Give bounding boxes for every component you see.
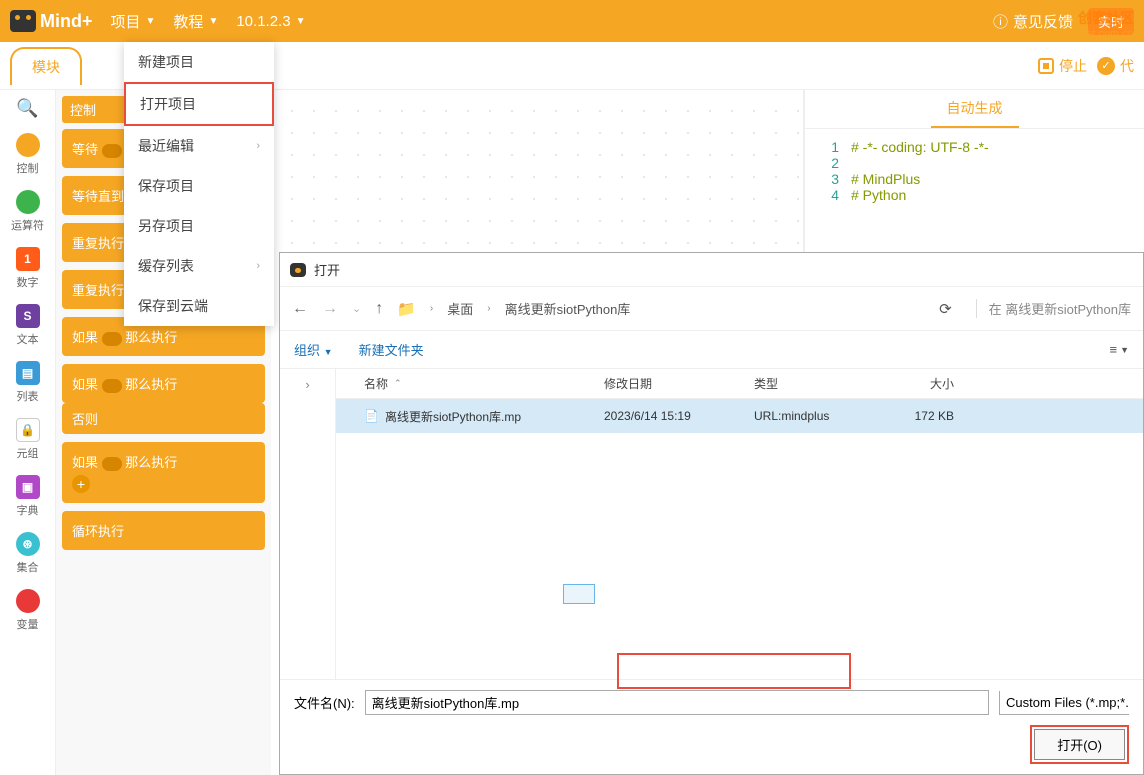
menu-project[interactable]: 项目▼ — [111, 11, 156, 32]
filename-label: 文件名(N): — [294, 693, 355, 712]
dialog-footer: 文件名(N): Custom Files (*.mp;*.s 打开(O) — [280, 679, 1143, 774]
crumb-desktop[interactable]: 桌面 — [447, 299, 473, 318]
dialog-titlebar: 打开 — [280, 253, 1143, 287]
file-row[interactable]: 📄离线更新siotPython库.mp 2023/6/14 15:19 URL:… — [336, 399, 1143, 433]
menu-open-project[interactable]: 打开项目 — [124, 82, 274, 126]
circle-icon — [16, 133, 40, 157]
chevron-right-icon: › — [256, 140, 260, 152]
refresh-button[interactable]: ⟳ — [939, 300, 952, 318]
cat-list[interactable]: ▤列表 — [16, 361, 40, 404]
cat-set[interactable]: ⊛集合 — [16, 532, 40, 575]
menu-save-project[interactable]: 保存项目 — [124, 166, 274, 206]
list-icon: ▤ — [16, 361, 40, 385]
category-bar: 🔍 控制 运算符 1数字 S文本 ▤列表 🔒元组 ▣字典 ⊛集合 变量 — [0, 90, 56, 775]
search-button[interactable]: 🔍 — [16, 98, 38, 119]
back-button[interactable]: ← — [292, 300, 308, 318]
menu-save-cloud[interactable]: 保存到云端 — [124, 286, 274, 326]
chevron-down-icon: ▼ — [208, 16, 218, 27]
square-icon: S — [16, 304, 40, 328]
highlight-annotation: 打开(O) — [1030, 725, 1129, 764]
stop-button[interactable]: 停止 — [1038, 56, 1087, 76]
dialog-toolbar: 组织 ▼ 新建文件夹 ≡▼ — [280, 331, 1143, 369]
folder-icon: 📁 — [397, 300, 416, 318]
cat-number[interactable]: 1数字 — [16, 247, 40, 290]
view-menu[interactable]: ≡▼ — [1109, 342, 1129, 357]
menu-tutorial[interactable]: 教程▼ — [173, 11, 218, 32]
cat-dict[interactable]: ▣字典 — [16, 475, 40, 518]
feedback-link[interactable]: ⓘ 意见反馈 — [993, 11, 1073, 32]
minimap-thumb — [563, 584, 595, 604]
chevron-right-icon: › — [256, 260, 260, 272]
run-button[interactable]: ✓ 代 — [1097, 56, 1134, 76]
app-name: Mind+ — [40, 11, 93, 32]
file-header: 名称⌃ 修改日期 类型 大小 — [336, 369, 1143, 399]
crumb-folder[interactable]: 离线更新siotPython库 — [505, 299, 631, 318]
dialog-sidebar[interactable]: › — [280, 369, 336, 679]
cat-control[interactable]: 控制 — [16, 133, 40, 176]
organize-menu[interactable]: 组织 ▼ — [294, 340, 333, 359]
block-if-then-2[interactable]: 如果 那么执行+ — [62, 442, 265, 503]
menu-saveas-project[interactable]: 另存项目 — [124, 206, 274, 246]
chevron-down-icon: ▼ — [296, 16, 306, 27]
search-box[interactable]: 在 离线更新siotPython库 — [976, 299, 1131, 318]
up-button[interactable]: ↑ — [375, 300, 383, 318]
cat-text[interactable]: S文本 — [16, 304, 40, 347]
project-dropdown: 新建项目 打开项目 最近编辑› 保存项目 另存项目 缓存列表› 保存到云端 — [124, 42, 274, 326]
col-date[interactable]: 修改日期 — [604, 375, 754, 392]
col-type[interactable]: 类型 — [754, 375, 874, 392]
logo-icon — [10, 10, 36, 32]
open-button[interactable]: 打开(O) — [1034, 729, 1125, 760]
file-filter-select[interactable]: Custom Files (*.mp;*.s — [999, 691, 1129, 715]
square-icon: 1 — [16, 247, 40, 271]
tab-blocks[interactable]: 模块 — [10, 47, 82, 85]
code-tabs: 自动生成 — [805, 90, 1144, 129]
app-logo: Mind+ — [10, 10, 93, 32]
block-loop[interactable]: 循环执行 — [62, 511, 265, 550]
circle-icon — [16, 589, 40, 613]
lock-icon: 🔒 — [16, 418, 40, 442]
top-bar: Mind+ 项目▼ 教程▼ 10.1.2.3▼ ⓘ 意见反馈 实时 — [0, 0, 1144, 42]
recent-dropdown[interactable]: ⌄ — [352, 302, 361, 315]
realtime-button[interactable]: 实时 — [1088, 8, 1134, 35]
app-icon — [290, 263, 306, 277]
dialog-title: 打开 — [314, 260, 340, 279]
chevron-right-icon: › — [430, 303, 433, 314]
forward-button[interactable]: → — [322, 300, 338, 318]
chevron-down-icon: ▼ — [146, 16, 156, 27]
block-if-else[interactable]: 如果 那么执行 — [62, 364, 265, 403]
col-size[interactable]: 大小 — [874, 375, 964, 392]
filename-input[interactable] — [365, 690, 989, 715]
file-list: 名称⌃ 修改日期 类型 大小 📄离线更新siotPython库.mp 2023/… — [336, 369, 1143, 679]
dialog-nav: ← → ⌄ ↑ 📁 › 桌面 › 离线更新siotPython库 ⟳ 在 离线更… — [280, 287, 1143, 331]
circle-icon — [16, 190, 40, 214]
cat-var[interactable]: 变量 — [16, 589, 40, 632]
menu-recent[interactable]: 最近编辑› — [124, 126, 274, 166]
chevron-right-icon: › — [305, 377, 309, 392]
file-icon: 📄 — [364, 409, 379, 423]
book-icon: ▣ — [16, 475, 40, 499]
open-file-dialog: 打开 ← → ⌄ ↑ 📁 › 桌面 › 离线更新siotPython库 ⟳ 在 … — [279, 252, 1144, 775]
plus-icon[interactable]: + — [72, 475, 90, 493]
new-folder-button[interactable]: 新建文件夹 — [359, 340, 424, 359]
menu-new-project[interactable]: 新建项目 — [124, 42, 274, 82]
menu-version[interactable]: 10.1.2.3▼ — [236, 13, 305, 30]
set-icon: ⊛ — [16, 532, 40, 556]
highlight-annotation — [617, 653, 851, 679]
chevron-right-icon: › — [487, 303, 490, 314]
check-icon: ✓ — [1097, 57, 1115, 75]
question-icon: ⓘ — [993, 11, 1008, 32]
sort-asc-icon: ⌃ — [394, 378, 402, 389]
menu-cache-list[interactable]: 缓存列表› — [124, 246, 274, 286]
block-else[interactable]: 否则 — [62, 403, 265, 434]
code-view: 1# -*- coding: UTF-8 -*- 2 3# MindPlus 4… — [805, 129, 1144, 213]
cat-tuple[interactable]: 🔒元组 — [16, 418, 40, 461]
cat-operators[interactable]: 运算符 — [11, 190, 44, 233]
stop-icon — [1038, 58, 1054, 74]
search-icon: 🔍 — [16, 98, 38, 119]
col-name[interactable]: 名称⌃ — [336, 375, 604, 392]
tab-autogen[interactable]: 自动生成 — [931, 90, 1019, 128]
